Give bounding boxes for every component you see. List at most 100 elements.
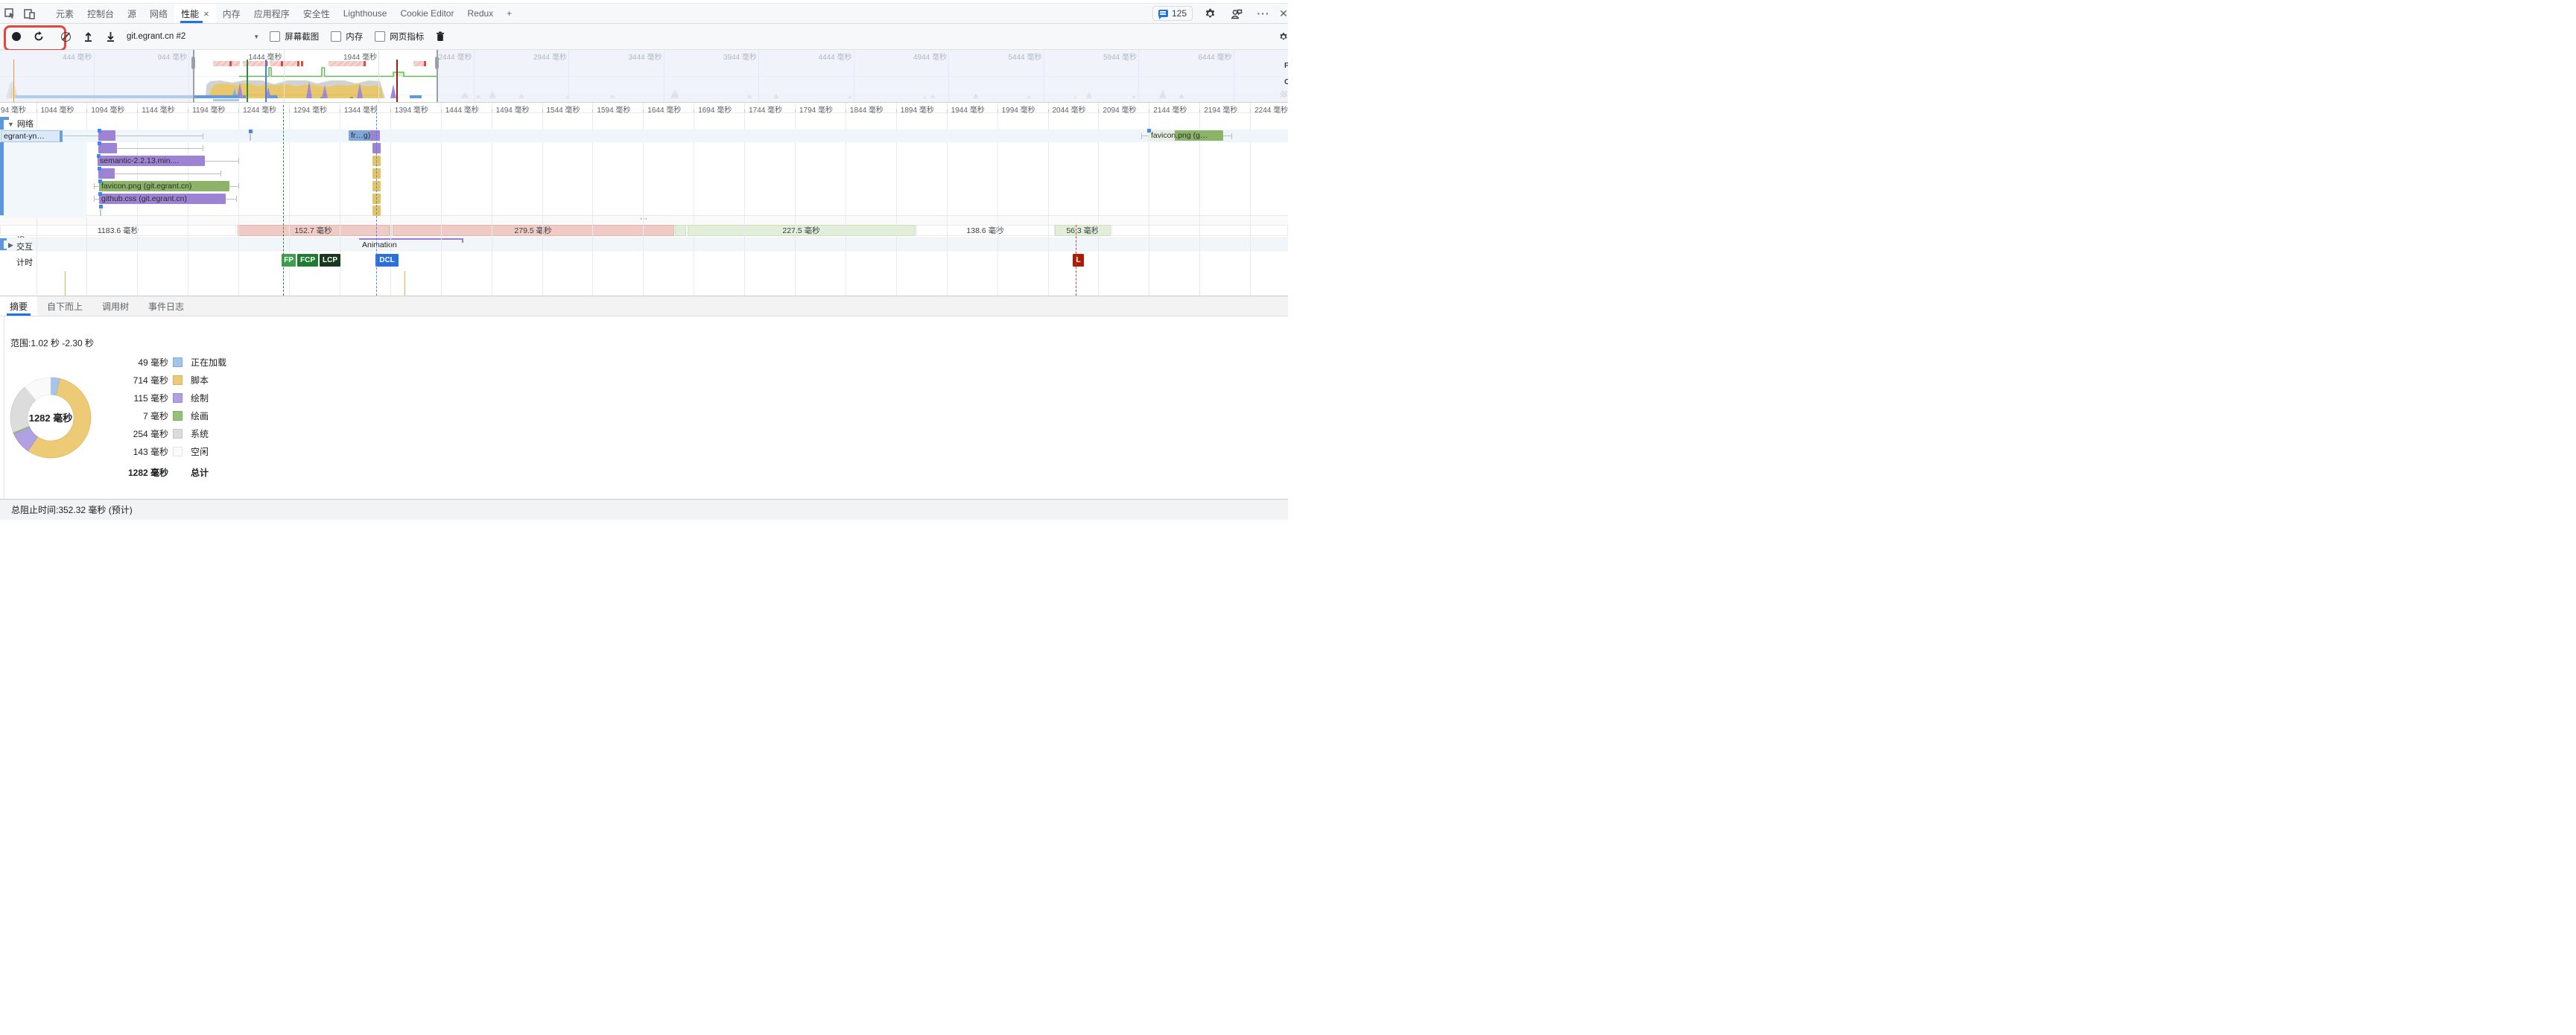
main-flamechart-area[interactable]: ▼网络 ⋯ 帧 1183.6 毫秒152.7 毫秒279.5 毫秒227.5 毫… bbox=[0, 103, 1288, 296]
network-track-header[interactable]: ▼网络 bbox=[7, 118, 34, 130]
network-request[interactable]: fr…g) bbox=[349, 130, 372, 141]
ruler-label: 1094 毫秒 bbox=[91, 104, 124, 115]
ruler-label: 1544 毫秒 bbox=[547, 104, 580, 115]
overview-dim-right bbox=[437, 50, 1288, 102]
ruler-label: 1244 毫秒 bbox=[243, 104, 276, 115]
request-start-marker bbox=[98, 167, 101, 171]
ruler-label: 1294 毫秒 bbox=[294, 104, 327, 115]
timing-badge-FCP[interactable]: FCP bbox=[297, 254, 318, 267]
summary-range: 范围:1.02 秒 -2.30 秒 bbox=[10, 337, 94, 349]
interactions-collapse-icon[interactable]: ▶ bbox=[8, 241, 13, 249]
interactions-track[interactable] bbox=[0, 238, 1288, 251]
legend-row: 254 毫秒系统 bbox=[60, 426, 209, 441]
timeline-overview[interactable]: 444 毫秒944 毫秒1444 毫秒1944 毫秒2444 毫秒2944 毫秒… bbox=[0, 50, 1288, 103]
frames-track[interactable]: 1183.6 毫秒152.7 毫秒279.5 毫秒227.5 毫秒138.6 毫… bbox=[0, 225, 1288, 238]
ruler-tick bbox=[390, 109, 391, 112]
target-select[interactable]: git.egrant.cn #2 ▼ bbox=[127, 32, 259, 41]
ruler-label: 1344 毫秒 bbox=[344, 104, 378, 115]
interactions-lane-label: 交互 bbox=[16, 241, 33, 252]
overview-marker-load bbox=[396, 60, 398, 102]
tab-安全性[interactable]: 安全性 bbox=[296, 4, 337, 23]
ruler-label: 1044 毫秒 bbox=[41, 104, 74, 115]
network-request[interactable]: github.css (git.egrant.cn) bbox=[99, 194, 226, 204]
checkbox-屏幕截图[interactable]: 屏幕截图 bbox=[270, 31, 319, 42]
checkbox-网页指标[interactable]: 网页指标 bbox=[375, 31, 424, 42]
close-devtools-icon[interactable]: ✕ bbox=[1281, 7, 1287, 20]
tab-应用程序[interactable]: 应用程序 bbox=[247, 4, 296, 23]
legend-row: 1282 毫秒总计 bbox=[60, 465, 209, 480]
performance-toolbar: git.egrant.cn #2 ▼ 屏幕截图 内存 网页指标 bbox=[0, 24, 1288, 50]
ruler-label: 1844 毫秒 bbox=[850, 104, 883, 115]
animation-label[interactable]: Animation bbox=[362, 241, 397, 249]
tab-控制台[interactable]: 控制台 bbox=[80, 4, 121, 23]
tab-元素[interactable]: 元素 bbox=[49, 4, 80, 23]
frame-segment[interactable] bbox=[675, 225, 686, 236]
bottom-tab-事件日志[interactable]: 事件日志 bbox=[139, 296, 194, 316]
tab-源[interactable]: 源 bbox=[121, 4, 143, 23]
frame-segment[interactable]: 152.7 毫秒 bbox=[238, 225, 390, 236]
tab-+[interactable]: + bbox=[500, 4, 518, 23]
checkbox-内存[interactable]: 内存 bbox=[331, 31, 363, 42]
network-request[interactable] bbox=[370, 130, 380, 141]
bottom-tab-调用树[interactable]: 调用树 bbox=[92, 296, 139, 316]
whisker-cap bbox=[236, 196, 237, 202]
frame-segment[interactable]: 138.6 毫秒 bbox=[916, 225, 1055, 236]
legend-swatch bbox=[173, 447, 183, 456]
tab-Redux[interactable]: Redux bbox=[460, 4, 500, 23]
whisker-cap bbox=[1231, 133, 1232, 139]
tabbar-right: 125 ··· ✕ bbox=[1152, 4, 1288, 23]
checkbox-box bbox=[270, 31, 280, 42]
tab-网络[interactable]: 网络 bbox=[143, 4, 174, 23]
reload-and-record-button[interactable] bbox=[33, 31, 45, 42]
feedback-icon[interactable] bbox=[1227, 8, 1246, 19]
settings-gear-icon[interactable] bbox=[1200, 8, 1219, 19]
request-marker[interactable] bbox=[99, 205, 103, 208]
track-splitter-handle[interactable]: ⋯ bbox=[0, 215, 1288, 226]
close-tab-icon[interactable]: × bbox=[203, 8, 209, 19]
selection-handle-left[interactable] bbox=[193, 50, 194, 102]
bottom-tab-摘要[interactable]: 摘要 bbox=[0, 296, 37, 316]
record-button[interactable] bbox=[10, 31, 22, 42]
main-thread-block[interactable] bbox=[372, 168, 381, 179]
device-toolbar-icon[interactable] bbox=[19, 4, 39, 23]
selection-handle-right[interactable] bbox=[437, 50, 438, 102]
ruler-tick bbox=[1199, 109, 1200, 112]
network-request[interactable]: favicon.png (git.egrant.cn) bbox=[99, 181, 229, 191]
legend-swatch bbox=[173, 411, 183, 421]
request-marker[interactable] bbox=[249, 130, 253, 133]
timing-badge-LCP[interactable]: LCP bbox=[320, 254, 340, 267]
network-request[interactable]: semantic-2.2.13.min.... bbox=[98, 156, 205, 166]
tab-性能[interactable]: 性能× bbox=[174, 4, 216, 23]
frame-segment[interactable]: 56.3 毫秒 bbox=[1055, 225, 1111, 236]
main-thread-block[interactable] bbox=[372, 156, 381, 166]
timing-badge-L[interactable]: L bbox=[1073, 254, 1084, 267]
ruler-tick bbox=[86, 109, 87, 112]
tab-内存[interactable]: 内存 bbox=[216, 4, 247, 23]
main-thread-block[interactable] bbox=[372, 206, 381, 216]
clear-icon[interactable] bbox=[60, 31, 72, 42]
ruler-tick bbox=[1098, 109, 1099, 112]
frame-segment[interactable]: 279.5 毫秒 bbox=[393, 225, 674, 236]
request-whisker bbox=[112, 173, 221, 174]
checkbox-label: 内存 bbox=[346, 31, 363, 42]
tab-Cookie Editor[interactable]: Cookie Editor bbox=[393, 4, 460, 23]
inspect-element-icon[interactable] bbox=[0, 4, 19, 23]
main-thread-block[interactable] bbox=[372, 194, 381, 204]
network-request-document[interactable]: egrant-yn… bbox=[1, 130, 63, 142]
bottom-tab-自下而上[interactable]: 自下而上 bbox=[37, 296, 92, 316]
more-options-icon[interactable]: ··· bbox=[1254, 7, 1273, 19]
long-task-strip bbox=[213, 61, 240, 66]
save-profile-icon[interactable] bbox=[104, 31, 116, 42]
main-thread-block[interactable] bbox=[372, 181, 381, 191]
timing-badge-DCL[interactable]: DCL bbox=[375, 254, 399, 267]
load-profile-icon[interactable] bbox=[82, 31, 94, 42]
main-thread-block[interactable] bbox=[372, 143, 381, 153]
frame-segment[interactable]: 227.5 毫秒 bbox=[688, 225, 916, 236]
panel-settings-gear-icon[interactable] bbox=[1279, 29, 1288, 44]
garbage-collect-icon[interactable] bbox=[434, 31, 446, 42]
ruler-label: 2244 毫秒 bbox=[1254, 104, 1288, 115]
tab-Lighthouse[interactable]: Lighthouse bbox=[337, 4, 394, 23]
ruler-tick bbox=[744, 109, 745, 112]
cpu-lane-label: CPU bbox=[1284, 78, 1288, 86]
issues-badge[interactable]: 125 bbox=[1152, 6, 1193, 21]
